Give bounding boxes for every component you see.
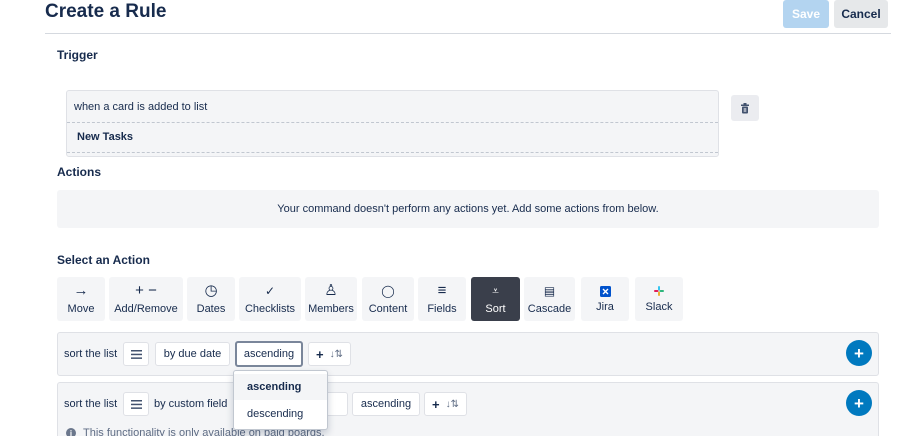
add-action-button[interactable]: + <box>846 390 872 416</box>
row-prefix: sort the list <box>64 398 118 410</box>
row-prefix: sort the list <box>64 348 118 360</box>
tab-label: Sort <box>485 303 506 315</box>
sort-direction-icon: ↓⇅ <box>329 348 343 360</box>
save-button[interactable]: Save <box>783 0 829 28</box>
sort-field-select[interactable]: by due date <box>155 342 230 366</box>
list-select-button[interactable] <box>123 392 149 416</box>
tab-label: Cascade <box>527 303 572 315</box>
tab-move[interactable]: → Move <box>57 277 105 321</box>
sort-order-select[interactable]: ascending <box>235 341 303 367</box>
tab-label: Jira <box>596 301 614 313</box>
speech-bubble-icon: ◯ <box>381 284 395 298</box>
list-icon <box>130 349 142 359</box>
trigger-card[interactable]: when a card is added to list New Tasks <box>66 90 719 157</box>
title-divider <box>45 33 891 34</box>
jira-icon <box>599 285 611 297</box>
plus-icon: + <box>854 343 864 363</box>
lines-icon: ≡ <box>437 282 447 299</box>
slack-icon <box>654 285 664 297</box>
sort-filter-icon: ⩡ <box>492 284 499 298</box>
tab-label: Dates <box>196 303 226 315</box>
tab-checklists[interactable]: ✓ Checklists <box>239 277 301 321</box>
tab-label: Move <box>67 303 95 315</box>
tab-fields[interactable]: ≡ Fields <box>418 277 466 321</box>
trigger-divider <box>67 122 718 123</box>
list-icon <box>130 399 142 409</box>
check-icon: ✓ <box>264 284 276 298</box>
dropdown-option-descending[interactable]: descending <box>234 401 327 427</box>
actions-empty-message: Your command doesn't perform any actions… <box>57 190 879 228</box>
add-action-button[interactable]: + <box>846 340 872 366</box>
tab-label: Slack <box>645 301 673 313</box>
tab-label: Content <box>368 303 408 315</box>
trigger-divider-bottom <box>67 152 718 153</box>
tab-dates[interactable]: ◷ Dates <box>187 277 235 321</box>
actions-heading: Actions <box>57 165 102 179</box>
plus-minus-icon: + − <box>135 282 157 299</box>
tab-label: Members <box>308 303 354 315</box>
sort-order-dropdown: ascending descending <box>233 370 328 430</box>
sort-field-label: by custom field <box>154 398 228 410</box>
arrow-right-icon: → <box>73 282 89 299</box>
tab-add-remove[interactable]: + − Add/Remove <box>109 277 183 321</box>
plus-icon: + <box>432 396 440 412</box>
person-icon: ♙ <box>324 282 338 299</box>
dropdown-option-ascending[interactable]: ascending <box>234 374 327 400</box>
sort-by-custom-field-row: sort the list by custom field ascending … <box>57 382 879 436</box>
tab-label: Checklists <box>244 303 296 315</box>
tab-label: Add/Remove <box>114 303 178 315</box>
add-sort-button[interactable]: + ↓⇅ <box>308 342 351 366</box>
trash-icon <box>741 102 749 113</box>
select-action-heading: Select an Action <box>57 253 150 267</box>
plus-icon: + <box>316 346 324 362</box>
delete-trigger-button[interactable] <box>731 95 759 121</box>
tab-members[interactable]: ♙ Members <box>305 277 357 321</box>
clock-icon: ◷ <box>204 282 218 299</box>
plus-icon: + <box>854 393 864 413</box>
tab-sort[interactable]: ⩡ Sort <box>471 277 520 321</box>
list-select-button[interactable] <box>123 342 149 366</box>
tab-cascade[interactable]: ▤ Cascade <box>524 277 575 321</box>
trigger-heading: Trigger <box>57 48 98 62</box>
info-icon: i <box>66 428 76 436</box>
tab-label: Fields <box>427 303 457 315</box>
tab-jira[interactable]: Jira <box>581 277 629 321</box>
tab-slack[interactable]: Slack <box>635 277 683 321</box>
add-sort-button[interactable]: + ↓⇅ <box>424 392 467 416</box>
tab-content[interactable]: ◯ Content <box>362 277 414 321</box>
trigger-text: when a card is added to list <box>74 101 208 113</box>
sort-order-select[interactable]: ascending <box>352 392 420 416</box>
trigger-list-name[interactable]: New Tasks <box>77 131 133 143</box>
sort-direction-icon: ↓⇅ <box>445 398 459 410</box>
cancel-button[interactable]: Cancel <box>834 0 888 28</box>
sort-by-due-date-row: sort the list by due date ascending + ↓⇅… <box>57 332 879 376</box>
cascade-icon: ▤ <box>543 284 556 298</box>
page-title: Create a Rule <box>45 1 167 22</box>
